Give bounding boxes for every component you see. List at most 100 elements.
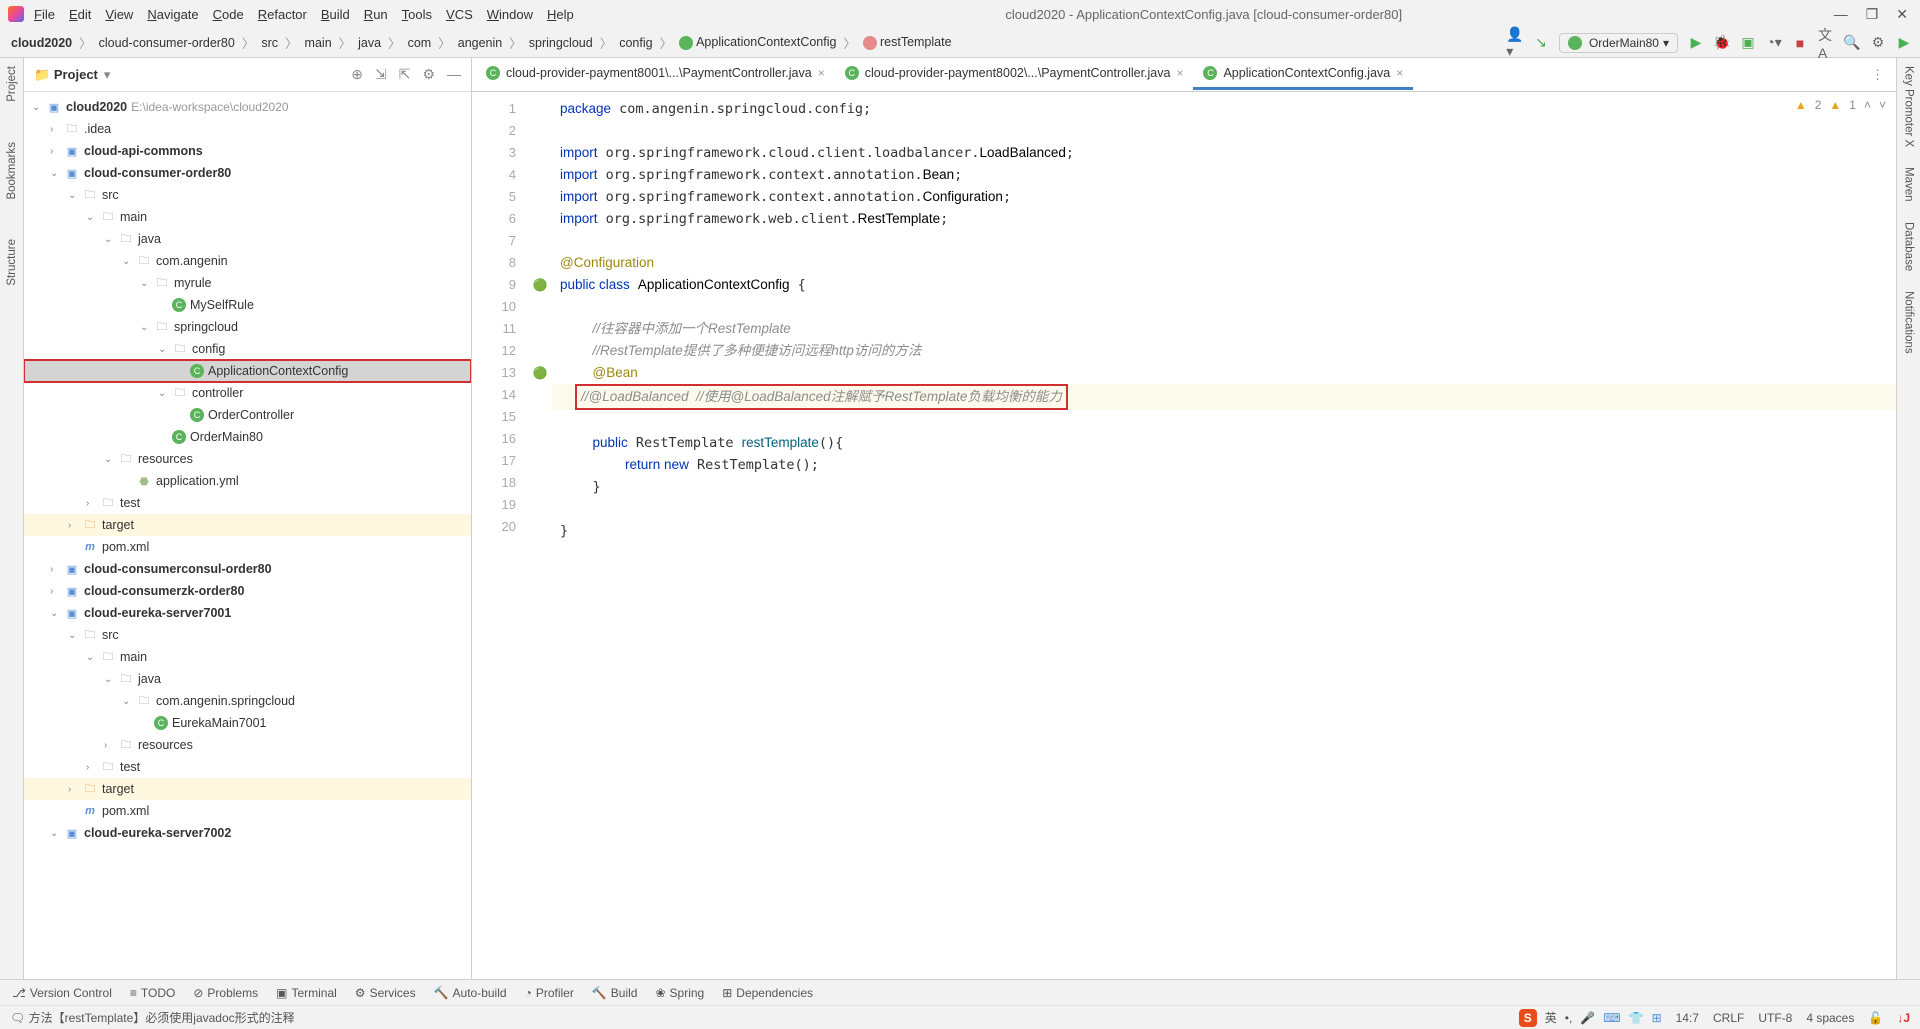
menu-window[interactable]: Window <box>487 7 533 22</box>
right-tool-database[interactable]: Database <box>1903 222 1915 271</box>
select-opened-icon[interactable]: ⊕ <box>351 66 363 83</box>
tree-item[interactable]: ›▣cloud-api-commons <box>24 140 471 162</box>
editor-tab[interactable]: Ccloud-provider-payment8001\...\PaymentC… <box>476 60 835 90</box>
menu-code[interactable]: Code <box>213 7 244 22</box>
debug-icon[interactable]: 🐞 <box>1714 35 1730 51</box>
chevron-down-icon[interactable]: ▾ <box>104 67 111 83</box>
breadcrumb-item[interactable]: springcloud <box>526 36 596 50</box>
close-tab-icon[interactable]: × <box>818 66 825 80</box>
project-tree[interactable]: ⌄▣cloud2020E:\idea-workspace\cloud2020›🗀… <box>24 92 471 979</box>
menu-view[interactable]: View <box>105 7 133 22</box>
toolwindow-problems[interactable]: ⊘Problems <box>193 986 258 1000</box>
toolwindow-version-control[interactable]: ⎇Version Control <box>12 986 112 1000</box>
tree-item[interactable]: ›▣cloud-consumerzk-order80 <box>24 580 471 602</box>
menu-file[interactable]: File <box>34 7 55 22</box>
toolwindow-terminal[interactable]: ▣Terminal <box>276 986 337 1000</box>
update-icon[interactable]: ↓J <box>1897 1011 1910 1025</box>
menu-navigate[interactable]: Navigate <box>147 7 198 22</box>
menu-refactor[interactable]: Refactor <box>258 7 307 22</box>
indent-setting[interactable]: 4 spaces <box>1806 1011 1854 1025</box>
file-encoding[interactable]: UTF-8 <box>1758 1011 1792 1025</box>
tree-item[interactable]: ›🗀resources <box>24 734 471 756</box>
tree-item[interactable]: ⌄🗀src <box>24 184 471 206</box>
tree-item[interactable]: ›🗀test <box>24 756 471 778</box>
run-config-selector[interactable]: OrderMain80 ▾ <box>1559 33 1678 53</box>
breadcrumb-item[interactable]: config <box>616 36 655 50</box>
tree-item[interactable]: ⌄🗀main <box>24 646 471 668</box>
toolwindow-services[interactable]: ⚙Services <box>355 986 416 1000</box>
close-button[interactable]: ✕ <box>1896 6 1908 23</box>
toolwindow-profiler[interactable]: ◔Profiler <box>525 986 574 1000</box>
editor-tab[interactable]: Ccloud-provider-payment8002\...\PaymentC… <box>835 60 1194 90</box>
build-hammer-icon[interactable]: ↘ <box>1533 35 1549 51</box>
right-tool-maven[interactable]: Maven <box>1903 167 1915 202</box>
minimize-button[interactable]: — <box>1834 6 1848 22</box>
settings-icon[interactable]: ⚙ <box>1870 35 1886 51</box>
tree-item[interactable]: ›🗀test <box>24 492 471 514</box>
line-separator[interactable]: CRLF <box>1713 1011 1744 1025</box>
tree-item[interactable]: ⌄▣cloud-eureka-server7001 <box>24 602 471 624</box>
breadcrumb-item[interactable]: cloud-consumer-order80 <box>96 36 238 50</box>
search-icon[interactable]: 🔍 <box>1844 35 1860 51</box>
editor-tab[interactable]: CApplicationContextConfig.java× <box>1193 60 1413 90</box>
more-tabs-icon[interactable]: ⋮ <box>1871 67 1884 83</box>
tree-item[interactable]: CMySelfRule <box>24 294 471 316</box>
tree-item[interactable]: ⌄🗀myrule <box>24 272 471 294</box>
coverage-icon[interactable]: ▣ <box>1740 35 1756 51</box>
user-icon[interactable]: 👤▾ <box>1507 35 1523 51</box>
tree-item[interactable]: ⌄🗀main <box>24 206 471 228</box>
hide-icon[interactable]: — <box>447 66 461 83</box>
tree-item[interactable]: ⌄🗀springcloud <box>24 316 471 338</box>
readonly-icon[interactable]: 🔓 <box>1868 1011 1883 1025</box>
code-content[interactable]: package com.angenin.springcloud.config; … <box>552 92 1896 979</box>
tree-item[interactable]: ⌄🗀com.angenin.springcloud <box>24 690 471 712</box>
code-editor[interactable]: 1234567891011121314151617181920 🟢 🟢 pack… <box>472 92 1896 979</box>
profile-icon[interactable]: ◔▾ <box>1766 35 1782 51</box>
ime-badge[interactable]: S <box>1519 1009 1537 1027</box>
gear-icon[interactable]: ⚙ <box>422 66 435 83</box>
tree-item[interactable]: COrderMain80 <box>24 426 471 448</box>
left-tool-project[interactable]: Project <box>6 66 18 102</box>
tree-item[interactable]: ⬣application.yml <box>24 470 471 492</box>
breadcrumb-item[interactable]: cloud2020 <box>8 36 75 50</box>
tree-item[interactable]: ⌄▣cloud-consumer-order80 <box>24 162 471 184</box>
right-tool-key-promoter-x[interactable]: Key Promoter X <box>1903 66 1915 147</box>
menu-tools[interactable]: Tools <box>402 7 432 22</box>
tree-item[interactable]: mpom.xml <box>24 536 471 558</box>
ime-keyboard-icon[interactable]: ⌨ <box>1603 1011 1620 1025</box>
tree-item[interactable]: ⌄🗀resources <box>24 448 471 470</box>
menu-help[interactable]: Help <box>547 7 574 22</box>
tree-item[interactable]: ⌄🗀controller <box>24 382 471 404</box>
menu-build[interactable]: Build <box>321 7 350 22</box>
menu-run[interactable]: Run <box>364 7 388 22</box>
translate-icon[interactable]: 文A <box>1818 35 1834 51</box>
toolwindow-spring[interactable]: ❀Spring <box>655 986 704 1000</box>
run-icon[interactable]: ▶ <box>1688 35 1704 51</box>
run-anything-icon[interactable]: ▶ <box>1896 35 1912 51</box>
ime-skin-icon[interactable]: 👕 <box>1629 1011 1644 1025</box>
left-tool-structure[interactable]: Structure <box>6 239 18 286</box>
tree-item[interactable]: ⌄▣cloud-eureka-server7002 <box>24 822 471 844</box>
menu-vcs[interactable]: VCS <box>446 7 473 22</box>
tree-item[interactable]: CEurekaMain7001 <box>24 712 471 734</box>
tree-item[interactable]: ›🗀.idea <box>24 118 471 140</box>
breadcrumb-item[interactable]: main <box>302 36 335 50</box>
breadcrumb-item[interactable]: restTemplate <box>860 35 955 50</box>
breadcrumb-item[interactable]: src <box>258 36 281 50</box>
breadcrumb-item[interactable]: ApplicationContextConfig <box>676 35 839 50</box>
breadcrumb-item[interactable]: java <box>355 36 384 50</box>
breadcrumb-item[interactable]: angenin <box>455 36 506 50</box>
breadcrumb-item[interactable]: com <box>405 36 435 50</box>
tree-item[interactable]: ⌄🗀src <box>24 624 471 646</box>
close-tab-icon[interactable]: × <box>1396 66 1403 80</box>
tree-item[interactable]: ›▣cloud-consumerconsul-order80 <box>24 558 471 580</box>
ime-mic-icon[interactable]: 🎤 <box>1580 1011 1595 1025</box>
tree-item[interactable]: ⌄🗀config <box>24 338 471 360</box>
toolwindow-dependencies[interactable]: ⊞Dependencies <box>722 986 813 1000</box>
stop-icon[interactable]: ■ <box>1792 35 1808 51</box>
ime-toolbox-icon[interactable]: ⊞ <box>1652 1011 1662 1025</box>
tree-item[interactable]: ⌄🗀com.angenin <box>24 250 471 272</box>
tree-item[interactable]: COrderController <box>24 404 471 426</box>
tree-item[interactable]: ⌄🗀java <box>24 228 471 250</box>
close-tab-icon[interactable]: × <box>1176 66 1183 80</box>
